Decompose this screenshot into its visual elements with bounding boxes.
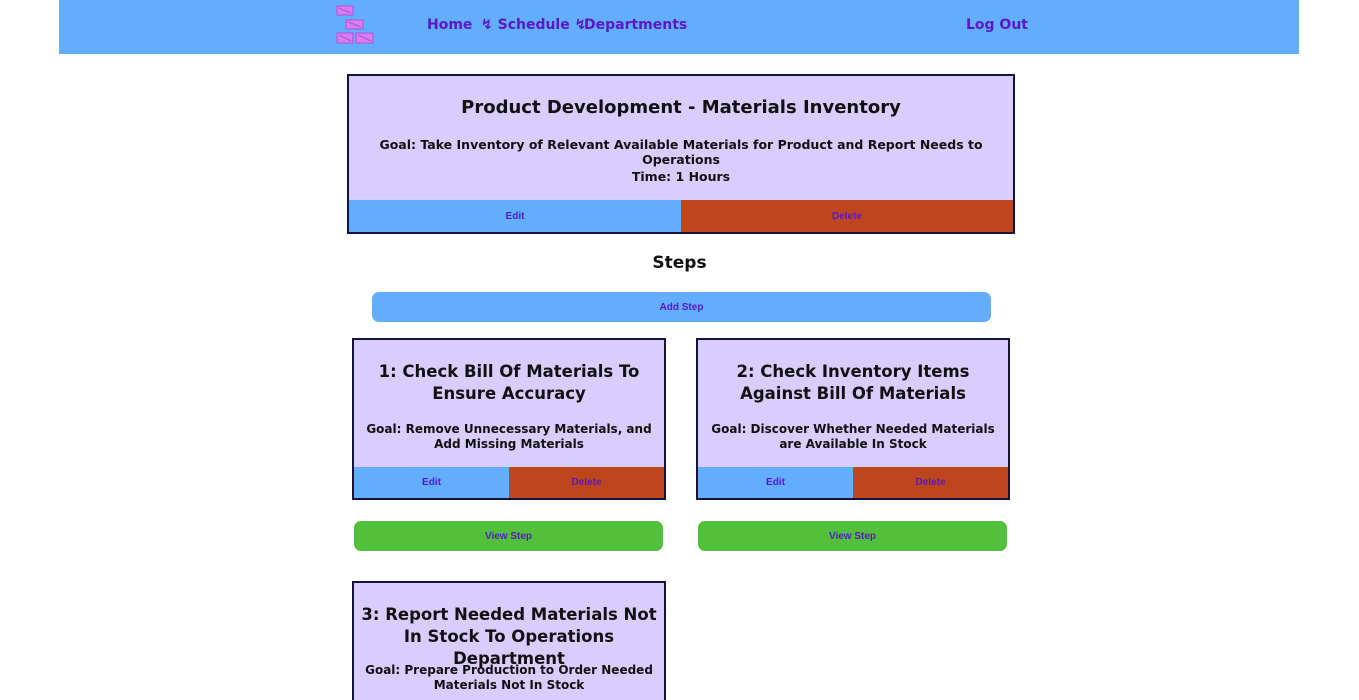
delete-task-button[interactable]: Delete — [681, 200, 1013, 232]
step-actions: Edit Delete — [698, 467, 1008, 498]
step-title: 2: Check Inventory Items Against Bill Of… — [736, 362, 970, 403]
task-card: Product Development - Materials Inventor… — [347, 74, 1015, 234]
step-card: 2: Check Inventory Items Against Bill Of… — [696, 338, 1010, 500]
nav-logout-link[interactable]: Log Out — [966, 17, 1028, 33]
delete-step-button[interactable]: Delete — [509, 467, 664, 498]
view-step-button[interactable]: View Step — [354, 521, 663, 551]
steps-heading: Steps — [652, 253, 707, 273]
step-goal: Goal: Prepare Production to Order Needed… — [365, 663, 653, 692]
step-goal: Goal: Remove Unnecessary Materials, and … — [366, 422, 652, 451]
nav-home-link[interactable]: Home — [427, 17, 472, 33]
step-title: 1: Check Bill Of Materials To Ensure Acc… — [378, 362, 640, 403]
task-goal: Goal: Take Inventory of Relevant Availab… — [379, 137, 983, 167]
nav-departments-link[interactable]: Departments — [584, 17, 687, 33]
task-time: Time: 1 Hours — [631, 169, 731, 184]
task-actions: Edit Delete — [349, 200, 1013, 232]
edit-task-button[interactable]: Edit — [349, 200, 681, 232]
nav-schedule-link[interactable]: ↯ Schedule ↯ — [481, 17, 586, 33]
edit-step-button[interactable]: Edit — [698, 467, 853, 498]
brick-logo-icon[interactable] — [336, 5, 374, 45]
step-goal: Goal: Discover Whether Needed Materials … — [711, 422, 995, 451]
add-step-button[interactable]: Add Step — [372, 292, 991, 322]
step-title: 3: Report Needed Materials Not In Stock … — [361, 605, 657, 668]
view-step-button[interactable]: View Step — [698, 521, 1007, 551]
step-card: 1: Check Bill Of Materials To Ensure Acc… — [352, 338, 666, 500]
step-actions: Edit Delete — [354, 467, 664, 498]
edit-step-button[interactable]: Edit — [354, 467, 509, 498]
step-card: 3: Report Needed Materials Not In Stock … — [352, 581, 666, 700]
delete-step-button[interactable]: Delete — [853, 467, 1008, 498]
task-title: Product Development - Materials Inventor… — [461, 97, 901, 118]
